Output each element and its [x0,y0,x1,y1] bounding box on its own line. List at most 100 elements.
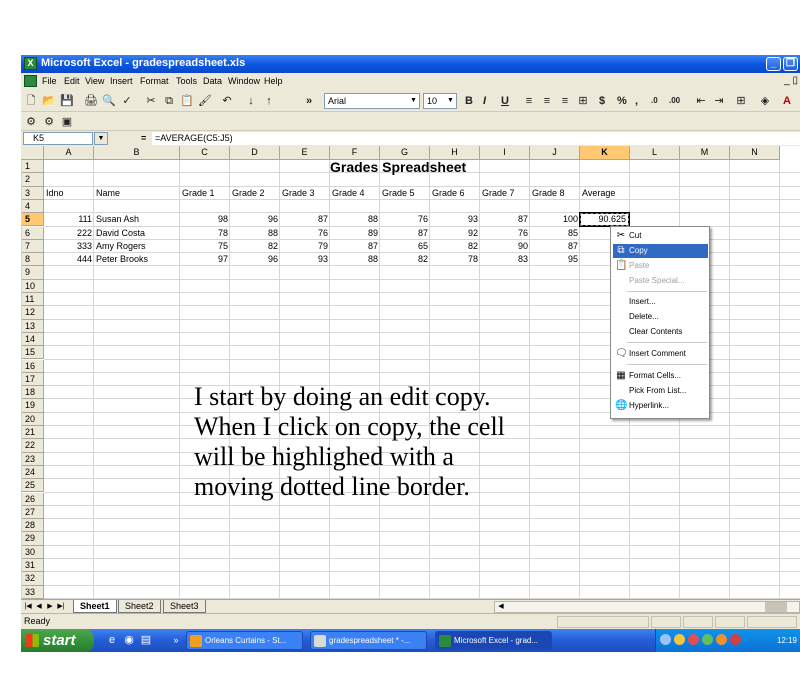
data-cell[interactable]: Peter Brooks [96,253,178,266]
excel-app-icon[interactable]: X [24,57,37,70]
row-header-8[interactable]: 8 [21,253,44,267]
data-cell[interactable]: 222 [46,227,92,240]
header-cell[interactable]: Grade 6 [432,187,478,200]
open-icon[interactable]: 📂 [41,93,57,109]
data-cell[interactable]: 76 [282,227,328,240]
data-cell[interactable]: 111 [46,213,92,226]
header-cell[interactable]: Grade 7 [482,187,528,200]
font-color-icon[interactable]: A [779,93,795,109]
menu-item-delete[interactable]: Delete... [613,310,708,324]
percent-button[interactable]: % [617,93,627,109]
row-header-2[interactable]: 2 [21,173,44,187]
header-cell[interactable]: Average [582,187,628,200]
menu-item-pick-from-list[interactable]: Pick From List... [613,384,708,398]
row-header-17[interactable]: 17 [21,372,44,387]
scrollbar-thumb[interactable] [765,602,787,612]
horizontal-scrollbar[interactable]: ◀ [494,601,800,613]
toolbar-overflow[interactable]: » [306,93,312,109]
tray-arrow-icon[interactable] [660,634,671,645]
row-header-30[interactable]: 30 [21,545,44,559]
decrease-indent-icon[interactable]: ⇤ [693,93,709,109]
column-header-g[interactable]: G [380,146,430,160]
font-name-select[interactable]: Arial ▼ [324,93,420,109]
fill-color-icon[interactable]: ◈ [757,93,773,109]
increase-indent-icon[interactable]: ⇥ [711,93,727,109]
data-cell[interactable]: 100 [532,213,578,226]
folder-icon[interactable]: ▤ [139,633,153,647]
data-cell[interactable]: Amy Rogers [96,240,178,253]
row-header-31[interactable]: 31 [21,559,44,573]
header-cell[interactable]: Grade 2 [232,187,278,200]
row-header-16[interactable]: 16 [21,359,44,373]
column-header-i[interactable]: I [480,146,530,160]
data-cell[interactable]: 82 [432,240,478,253]
menu-help[interactable]: Help [264,76,283,86]
start-button[interactable]: start [21,629,94,652]
quicklaunch-overflow-icon[interactable]: » [169,633,183,647]
data-cell[interactable]: 79 [282,240,328,253]
data-cell[interactable]: 333 [46,240,92,253]
title-bar[interactable]: X Microsoft Excel - gradespreadsheet.xls… [21,55,800,73]
row-header-20[interactable]: 20 [21,412,44,426]
row-header-26[interactable]: 26 [21,492,44,506]
scroll-left-icon[interactable]: ◀ [496,602,506,612]
borders-icon[interactable]: ⊞ [733,93,749,109]
tray-security-icon[interactable] [688,634,699,645]
font-size-select[interactable]: 10 ▼ [423,93,457,109]
workbook-icon[interactable] [24,75,37,87]
row-header-33[interactable]: 33 [21,585,44,599]
menu-item-copy[interactable]: ⧉ Copy [613,244,708,258]
menu-edit[interactable]: Edit [64,76,80,86]
menu-window[interactable]: Window [228,76,260,86]
data-cell[interactable]: 87 [532,240,578,253]
tab-sheet3[interactable]: Sheet3 [163,600,206,613]
menu-format[interactable]: Format [140,76,169,86]
column-header-j[interactable]: J [530,146,580,160]
row-header-4[interactable]: 4 [21,199,44,214]
header-cell[interactable]: Grade 8 [532,187,578,200]
row-header-9[interactable]: 9 [21,266,44,280]
chevron-down-icon[interactable]: ▼ [408,94,419,108]
menu-item-insert-comment[interactable]: 🗨 Insert Comment [613,347,708,361]
data-cell[interactable]: 78 [432,253,478,266]
data-cell[interactable]: 93 [282,253,328,266]
data-cell[interactable]: 87 [382,227,428,240]
paste-icon[interactable]: 📋 [179,93,195,109]
row-header-12[interactable]: 12 [21,306,44,320]
align-left-icon[interactable]: ≡ [521,93,537,109]
data-cell[interactable]: 75 [182,240,228,253]
menu-tools[interactable]: Tools [176,76,197,86]
data-cell[interactable]: 82 [382,253,428,266]
italic-button[interactable]: I [483,93,486,109]
data-cell[interactable]: 98 [182,213,228,226]
last-sheet-icon[interactable]: ▶| [56,602,66,612]
menu-file[interactable]: File [42,76,57,86]
media-icon[interactable]: ◉ [122,633,136,647]
data-cell[interactable]: 87 [332,240,378,253]
macro-icon[interactable]: ⚙ [23,114,39,130]
data-cell[interactable]: 82 [232,240,278,253]
header-cell[interactable]: Idno [46,187,92,200]
taskbar-item-document[interactable]: gradespreadsheet * -... [310,631,427,650]
menu-insert[interactable]: Insert [110,76,133,86]
data-cell[interactable]: 85 [532,227,578,240]
row-header-19[interactable]: 19 [21,399,44,413]
data-cell[interactable]: 88 [232,227,278,240]
data-cell[interactable]: 97 [182,253,228,266]
header-cell[interactable]: Name [96,187,178,200]
tray-network-icon[interactable] [674,634,685,645]
data-cell[interactable]: 93 [432,213,478,226]
column-header-b[interactable]: B [94,146,180,160]
decrease-decimal-button[interactable]: .00 [669,93,680,109]
print-icon[interactable]: 🖨 [83,93,99,109]
row-header-5[interactable]: 5 [21,213,44,227]
header-cell[interactable]: Grade 1 [182,187,228,200]
save-icon[interactable]: 💾 [59,93,75,109]
menu-item-cut[interactable]: ✂ Cut [613,229,708,243]
header-cell[interactable]: Grade 4 [332,187,378,200]
row-header-10[interactable]: 10 [21,279,44,293]
chevron-down-icon[interactable]: ▼ [94,132,108,145]
sort-descending-icon[interactable]: ↑ [261,93,277,109]
data-cell[interactable]: 65 [382,240,428,253]
next-sheet-icon[interactable]: ▶ [45,602,55,612]
